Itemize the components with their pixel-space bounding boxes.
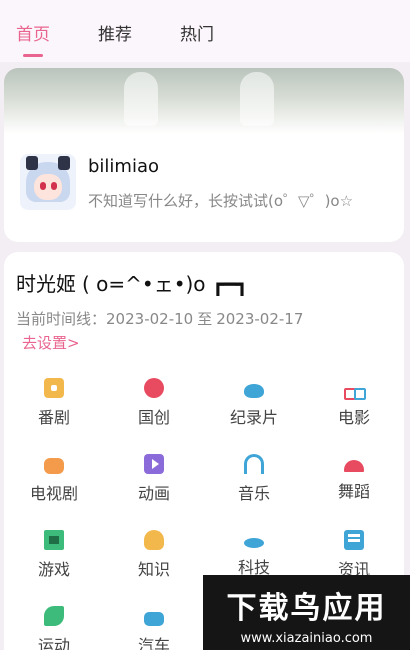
car-icon [144,612,164,626]
category-item-music[interactable]: 音乐 [204,444,304,520]
category-item-movie[interactable]: 电影 [304,368,404,444]
timeline-range: 当前时间线：2023-02-10 至 2023-02-17 [16,308,307,329]
timeline-label: 当前时间线： [16,310,107,328]
profile-card[interactable]: bilimiao 不知道写什么好，长按试试(o゜▽゜)o☆ [4,68,404,242]
running-icon [44,606,64,626]
ufo-icon [244,538,264,548]
category-item-guochuang[interactable]: 国创 [104,368,204,444]
kaomoji-text: ( o=^•ェ•)o ┏━┓ [82,272,249,296]
avatar[interactable] [20,154,76,210]
top-tab-bar: 首页 推荐 热门 [0,0,410,62]
creeper-icon [44,530,64,550]
watermark-banner: 下载鸟应用 www.xiazainiao.com [203,575,410,650]
tab-popular[interactable]: 热门 [180,20,214,57]
timeline-sep: 至 [197,310,213,328]
tab-recommended[interactable]: 推荐 [98,20,132,57]
play-icon [144,454,164,474]
apple-icon [144,378,164,398]
banner-figure-right [240,72,274,126]
timeline-end: 2023-02-17 [216,310,304,328]
profile-banner [4,68,404,134]
lightbulb-icon [144,530,164,550]
category-item-bangumi[interactable]: 番剧 [4,368,104,444]
fan-icon [344,460,364,472]
watermark-title: 下载鸟应用 [226,591,387,626]
category-item-knowledge[interactable]: 知识 [104,520,204,596]
whale-icon [244,384,264,398]
3d-glasses-icon [344,388,366,400]
category-item-car[interactable]: 汽车 [104,596,204,650]
category-item-sports[interactable]: 运动 [4,596,104,650]
timeline-start: 2023-02-10 [106,310,194,328]
newspaper-icon [344,530,364,550]
watermark-url: www.xiazainiao.com [240,631,373,646]
user-bio: 不知道写什么好，长按试试(o゜▽゜)o☆ [88,192,354,210]
settings-link[interactable]: 去设置> [22,332,80,353]
site-title: 时光姬 [16,272,76,296]
category-item-documentary[interactable]: 纪录片 [204,368,304,444]
headphones-icon [244,454,264,474]
category-item-animation[interactable]: 动画 [104,444,204,520]
banner-figure-left [124,72,158,126]
tab-home[interactable]: 首页 [16,20,50,57]
category-item-tv-series[interactable]: 电视剧 [4,444,104,520]
category-item-dance[interactable]: 舞蹈 [304,444,404,520]
tv-icon [44,378,64,398]
username: bilimiao [88,156,160,177]
category-item-game[interactable]: 游戏 [4,520,104,596]
sofa-icon [44,458,64,474]
